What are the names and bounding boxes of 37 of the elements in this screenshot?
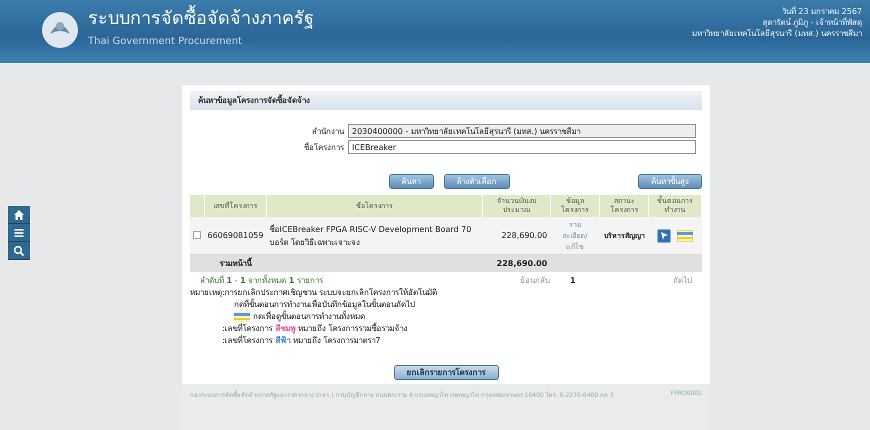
table-cell: 228,690.00 [482, 217, 550, 254]
system-subtitle: Thai Government Procurement [88, 36, 243, 47]
field-label: ชื่อโครงการ [303, 141, 344, 154]
next-link[interactable]: ถัดไป [673, 274, 692, 287]
home-button[interactable] [8, 206, 30, 224]
search-button[interactable] [8, 242, 30, 260]
previous-link[interactable]: ย้อนกลับ [520, 274, 570, 287]
note-text: :เลขที่โครงการ สีชมพู หมายถึง โครงการรวมซื้อรวมจ้าง [222, 323, 408, 335]
notes-label: หมายเหตุ [190, 287, 222, 300]
list-icon [234, 312, 250, 322]
home-icon [13, 208, 25, 220]
advanced-search-button[interactable]: ค้นหาขั้นสูง [638, 174, 702, 189]
note-text: :การยกเลิกประกาศเชิญชวน ระบบจะยกเลิกโครงการให้อัตโนมัติ [222, 287, 438, 298]
panel-title: ค้นหาข้อมูลโครงการจัดซื้อจัดจ้าง [190, 91, 702, 110]
date-text: วันที่ 23 มกราคม 2567 [782, 6, 862, 17]
list-icon [677, 230, 694, 242]
menu-button[interactable] [8, 224, 30, 242]
cancel-projects-button[interactable]: ยกเลิกรายการโครงการ [394, 365, 498, 380]
search-icon [13, 244, 25, 256]
pagination-summary: ลำดับที่ 1 - 1 จากทั้งหมด 1 รายการ [200, 274, 324, 287]
emblem-icon [40, 10, 80, 50]
field-label: สำนักงาน [311, 126, 344, 138]
page-number[interactable]: 1 [570, 276, 660, 285]
note-text: :เลขที่โครงการ สีฟ้า หมายถึง โครงการมาตรา7 [222, 335, 380, 347]
table-cell: 66069081059 [204, 217, 266, 254]
search-button[interactable]: ค้นหา [388, 174, 434, 189]
agency-name: มหาวิทยาลัยเทคโนโลยีสุรนารี (มทส.) นครราชสีมา [692, 28, 862, 39]
table-cell: ชื่อICEBreaker FPGA RISC-V Development Board 70 บอร์ด โดยวิธีเฉพาะเจาะจง [266, 217, 482, 254]
note-text: กดที่ขั้นตอนการทำงานเพื่อบันทึกข้อมูลในขั้นตอนถัดไป [234, 299, 415, 310]
input-field[interactable]: ICEBreaker [348, 140, 696, 154]
menu-icon [13, 226, 25, 238]
user-name: สุดารัตน์ ภูมิภู - เจ้าหน้าที่พัสดุ [762, 17, 862, 28]
note-text: กดเพื่อดูขั้นตอนการทำงานทั้งหมด [253, 311, 365, 322]
total-label: รวมหน้านี้ [204, 254, 266, 272]
row-checkbox[interactable] [193, 230, 201, 238]
total-amount: 228,690.00 [482, 254, 550, 272]
clear-button[interactable]: ล้างตัวเลือก [444, 174, 510, 189]
